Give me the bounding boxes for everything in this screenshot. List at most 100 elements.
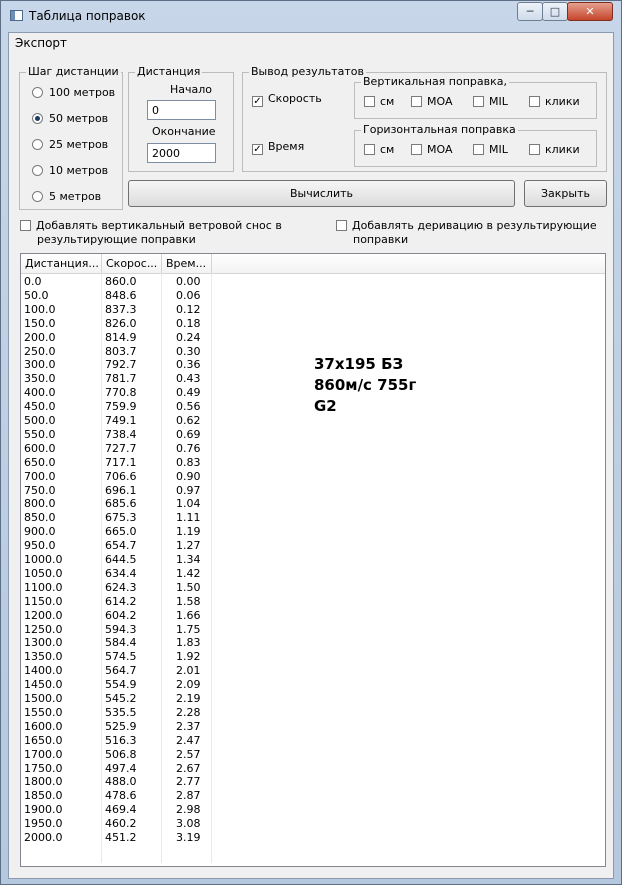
step-radio-4[interactable]: 5 метров xyxy=(32,190,101,203)
time-checkbox[interactable]: ✓ Время xyxy=(252,140,304,155)
results-table[interactable]: Дистанция... Скорос... Врем... 0.0 860.0 0… xyxy=(20,253,606,867)
wind-drift-box xyxy=(20,220,31,231)
table-row[interactable]: 900.0 665.0 1.19 xyxy=(21,525,221,538)
table-row[interactable]: 850.0 675.3 1.11 xyxy=(21,511,221,524)
table-row[interactable]: 1100.0 624.3 1.50 xyxy=(21,581,221,594)
table-row[interactable]: 1900.0 469.4 2.98 xyxy=(21,803,221,816)
end-distance-input[interactable] xyxy=(147,143,216,163)
vertical-unit-label: клики xyxy=(545,95,580,108)
cell-time: 0.06 xyxy=(176,288,201,302)
checkbox-box xyxy=(364,96,375,107)
table-row[interactable]: 1250.0 594.3 1.75 xyxy=(21,623,221,636)
cell-distance: 1400.0 xyxy=(24,664,63,678)
step-radio-2[interactable]: 25 метров xyxy=(32,138,108,151)
table-row[interactable]: 1150.0 614.2 1.58 xyxy=(21,595,221,608)
table-row[interactable]: 1650.0 516.3 2.47 xyxy=(21,734,221,747)
table-row[interactable]: 950.0 654.7 1.27 xyxy=(21,539,221,552)
cell-distance: 850.0 xyxy=(24,511,56,525)
table-row[interactable]: 1550.0 535.5 2.28 xyxy=(21,706,221,719)
table-row[interactable]: 100.0 837.3 0.12 xyxy=(21,303,221,316)
horizontal-unit-checkbox[interactable]: MIL xyxy=(473,143,508,156)
vertical-unit-checkbox[interactable]: клики xyxy=(529,95,580,108)
table-row[interactable]: 1700.0 506.8 2.57 xyxy=(21,748,221,761)
derivation-checkbox[interactable]: Добавлять деривацию в результирующие xyxy=(336,219,597,232)
close-button[interactable]: Закрыть xyxy=(524,180,607,207)
column-distance[interactable]: Дистанция... xyxy=(21,254,102,273)
close-window-button[interactable]: ✕ xyxy=(567,2,613,21)
table-row[interactable]: 750.0 696.1 0.97 xyxy=(21,484,221,497)
table-row[interactable]: 800.0 685.6 1.04 xyxy=(21,497,221,510)
speed-checkbox-label: Скорость xyxy=(268,92,322,105)
start-distance-input[interactable] xyxy=(147,100,216,120)
cell-distance: 450.0 xyxy=(24,400,56,414)
column-speed[interactable]: Скорос... xyxy=(102,254,162,273)
table-row[interactable]: 250.0 803.7 0.30 xyxy=(21,345,221,358)
cell-speed: 535.5 xyxy=(105,705,137,719)
cell-time: 1.66 xyxy=(176,608,201,622)
table-row[interactable]: 1600.0 525.9 2.37 xyxy=(21,720,221,733)
table-row[interactable]: 700.0 706.6 0.90 xyxy=(21,470,221,483)
step-radio-label: 100 метров xyxy=(49,86,116,99)
horizontal-unit-checkbox[interactable]: MOA xyxy=(411,143,452,156)
cell-time: 0.90 xyxy=(176,469,201,483)
cell-speed: 460.2 xyxy=(105,817,137,831)
table-row[interactable]: 1400.0 564.7 2.01 xyxy=(21,664,221,677)
step-radio-0[interactable]: 100 метров xyxy=(32,86,115,99)
cell-time: 0.97 xyxy=(176,483,201,497)
table-row[interactable]: 1850.0 478.6 2.87 xyxy=(21,789,221,802)
table-row[interactable]: 650.0 717.1 0.83 xyxy=(21,456,221,469)
table-row[interactable]: 50.0 848.6 0.06 xyxy=(21,289,221,302)
wind-drift-checkbox[interactable]: Добавлять вертикальный ветровой снос в xyxy=(20,219,282,232)
cell-distance: 1800.0 xyxy=(24,775,63,789)
cell-speed: 654.7 xyxy=(105,539,137,553)
table-row[interactable]: 600.0 727.7 0.76 xyxy=(21,442,221,455)
cell-distance: 50.0 xyxy=(24,288,49,302)
table-row[interactable]: 400.0 770.8 0.49 xyxy=(21,386,221,399)
vertical-unit-checkbox[interactable]: MIL xyxy=(473,95,508,108)
table-row[interactable]: 1350.0 574.5 1.92 xyxy=(21,650,221,663)
speed-checkbox[interactable]: ✓ Скорость xyxy=(252,92,322,107)
table-row[interactable]: 500.0 749.1 0.62 xyxy=(21,414,221,427)
menu-export[interactable]: Экспорт xyxy=(15,36,67,50)
checkbox-box xyxy=(473,144,484,155)
vertical-unit-checkbox[interactable]: MOA xyxy=(411,95,452,108)
cell-time: 1.42 xyxy=(176,566,201,580)
table-row[interactable]: 1750.0 497.4 2.67 xyxy=(21,762,221,775)
step-radio-1[interactable]: 50 метров xyxy=(32,112,108,125)
table-row[interactable]: 1950.0 460.2 3.08 xyxy=(21,817,221,830)
cell-speed: 792.7 xyxy=(105,358,137,372)
radio-dot-icon xyxy=(32,139,43,150)
step-group: Шаг дистанции 100 метров 50 метров 25 метр… xyxy=(19,65,123,210)
horizontal-unit-checkbox[interactable]: клики xyxy=(529,143,580,156)
table-row[interactable]: 1450.0 554.9 2.09 xyxy=(21,678,221,691)
table-row[interactable]: 1500.0 545.2 2.19 xyxy=(21,692,221,705)
table-row[interactable]: 1800.0 488.0 2.77 xyxy=(21,775,221,788)
table-row[interactable]: 1300.0 584.4 1.83 xyxy=(21,636,221,649)
minimize-button[interactable]: ─ xyxy=(517,2,543,21)
title-bar[interactable]: Таблица поправок ─ □ ✕ xyxy=(1,1,621,31)
cell-distance: 800.0 xyxy=(24,497,56,511)
table-row[interactable]: 550.0 738.4 0.69 xyxy=(21,428,221,441)
cell-speed: 770.8 xyxy=(105,386,137,400)
table-row[interactable]: 0.0 860.0 0.00 xyxy=(21,275,221,288)
table-row[interactable]: 150.0 826.0 0.18 xyxy=(21,317,221,330)
table-row[interactable]: 2000.0 451.2 3.19 xyxy=(21,831,221,844)
table-row[interactable]: 450.0 759.9 0.56 xyxy=(21,400,221,413)
horizontal-unit-checkbox[interactable]: см xyxy=(364,143,394,156)
cell-speed: 516.3 xyxy=(105,733,137,747)
cell-time: 3.08 xyxy=(176,817,201,831)
column-time[interactable]: Врем... xyxy=(162,254,212,273)
table-row[interactable]: 1200.0 604.2 1.66 xyxy=(21,609,221,622)
table-row[interactable]: 300.0 792.7 0.36 xyxy=(21,358,221,371)
calculate-button[interactable]: Вычислить xyxy=(128,180,515,207)
cell-time: 2.87 xyxy=(176,789,201,803)
table-row[interactable]: 200.0 814.9 0.24 xyxy=(21,331,221,344)
step-radio-3[interactable]: 10 метров xyxy=(32,164,108,177)
table-row[interactable]: 1050.0 634.4 1.42 xyxy=(21,567,221,580)
maximize-button[interactable]: □ xyxy=(542,2,568,21)
cell-distance: 1350.0 xyxy=(24,650,63,664)
table-row[interactable]: 350.0 781.7 0.43 xyxy=(21,372,221,385)
cell-speed: 584.4 xyxy=(105,636,137,650)
vertical-unit-checkbox[interactable]: см xyxy=(364,95,394,108)
table-row[interactable]: 1000.0 644.5 1.34 xyxy=(21,553,221,566)
